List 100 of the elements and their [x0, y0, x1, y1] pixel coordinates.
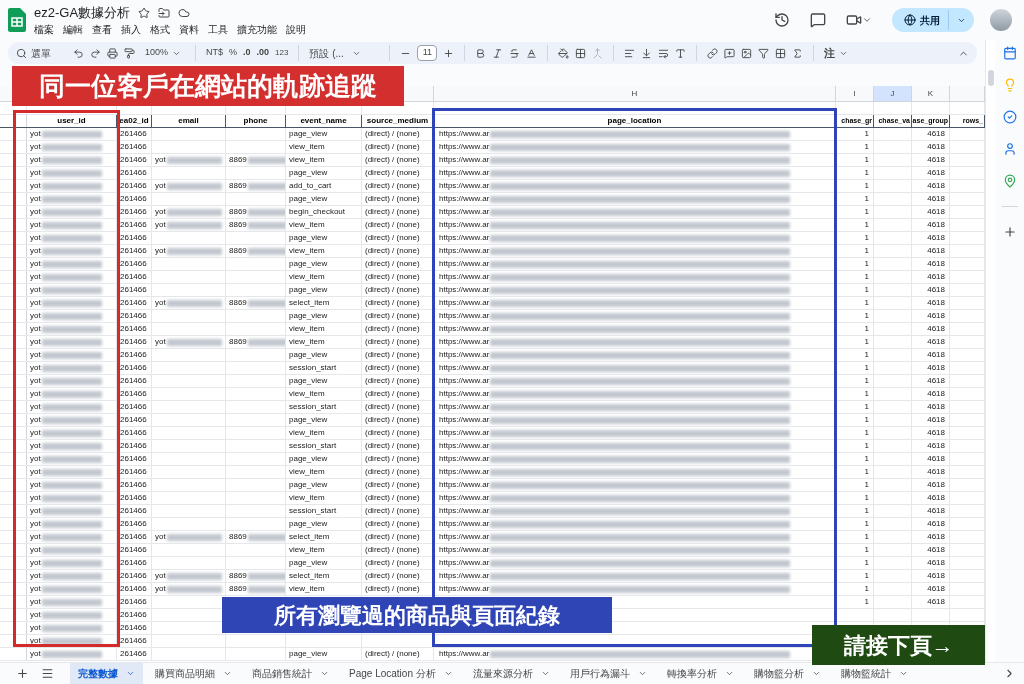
- plus-icon[interactable]: [443, 47, 455, 59]
- vertical-align-icon[interactable]: [641, 47, 653, 59]
- sheet-tab[interactable]: 流量來源分析: [464, 662, 558, 684]
- align-icon[interactable]: [624, 47, 636, 59]
- caret-icon[interactable]: [320, 669, 329, 678]
- sheet-list-icon[interactable]: [41, 667, 54, 680]
- decrease-decimal-button[interactable]: .0: [243, 46, 251, 60]
- table-cell: 8869: [229, 245, 247, 257]
- text-color-icon[interactable]: [526, 47, 538, 59]
- star-icon[interactable]: [138, 6, 151, 19]
- notes-dropdown[interactable]: 注: [824, 44, 849, 62]
- zoom-dropdown[interactable]: 100%: [141, 46, 186, 60]
- cloud-icon[interactable]: [178, 6, 191, 19]
- sheet-tab[interactable]: 完整數據: [70, 662, 143, 684]
- caret-icon[interactable]: [126, 669, 135, 678]
- add-sheet-icon[interactable]: [16, 667, 29, 680]
- column-letter[interactable]: J: [890, 87, 895, 100]
- menu-item[interactable]: 檔案: [34, 22, 54, 38]
- vertical-scrollbar[interactable]: [985, 40, 995, 662]
- filter-views-icon[interactable]: [775, 47, 787, 59]
- paint-format-icon[interactable]: [124, 47, 135, 59]
- number-format-button[interactable]: 123: [275, 47, 289, 59]
- table-cell: https://www.ar: [439, 297, 490, 309]
- table-cell: 1: [864, 297, 869, 309]
- share-button[interactable]: 共用: [892, 8, 974, 32]
- tasks-icon[interactable]: [1002, 110, 1017, 124]
- menu-search-field[interactable]: 選單: [16, 45, 67, 61]
- filter-icon[interactable]: [758, 47, 770, 59]
- menu-item[interactable]: 說明: [286, 22, 306, 38]
- redacted-text: [41, 364, 102, 372]
- redacted-text: [41, 468, 102, 476]
- folder-move-icon[interactable]: [158, 6, 171, 19]
- sheet-tab[interactable]: 用戶行為漏斗: [561, 662, 655, 684]
- column-letter[interactable]: H: [631, 87, 638, 100]
- table-cell: 8869: [229, 583, 247, 595]
- caret-icon[interactable]: [637, 669, 647, 678]
- table-cell: 1: [864, 479, 869, 491]
- menu-item[interactable]: 資料: [179, 22, 199, 38]
- image-icon[interactable]: [741, 47, 753, 59]
- sheet-tab[interactable]: 商品銷售統計: [244, 662, 337, 684]
- strikethrough-icon[interactable]: [509, 47, 521, 59]
- caret-icon[interactable]: [898, 669, 908, 678]
- table-cell: page_view: [289, 375, 328, 387]
- percent-button[interactable]: %: [229, 46, 238, 60]
- bold-icon[interactable]: [475, 47, 487, 59]
- menu-item[interactable]: 擴充功能: [237, 22, 277, 38]
- table-cell: yot: [30, 518, 41, 530]
- redacted-text: [247, 338, 285, 346]
- table-cell: (direct) / (none): [365, 557, 420, 569]
- menu-item[interactable]: 格式: [150, 22, 170, 38]
- caret-icon[interactable]: [811, 669, 821, 678]
- contacts-icon[interactable]: [1002, 142, 1017, 156]
- italic-icon[interactable]: [492, 47, 504, 59]
- sheet-tab[interactable]: 轉換率分析: [658, 662, 742, 684]
- video-camera-icon[interactable]: [846, 12, 862, 28]
- table-cell: https://www.ar: [439, 492, 490, 504]
- document-title[interactable]: ez2-GA數據分析: [34, 2, 131, 23]
- font-dropdown[interactable]: 預設 (...: [309, 45, 380, 61]
- caret-icon[interactable]: [223, 669, 232, 678]
- borders-icon[interactable]: [575, 47, 587, 59]
- calendar-icon[interactable]: [1002, 46, 1017, 60]
- table-cell: 261466: [120, 427, 147, 439]
- redo-icon[interactable]: [90, 47, 101, 59]
- caret-icon[interactable]: [724, 669, 734, 678]
- caret-icon[interactable]: [540, 669, 550, 678]
- sheet-tab[interactable]: 購物籃分析: [745, 662, 829, 684]
- fill-color-icon[interactable]: [558, 47, 570, 59]
- menu-item[interactable]: 工具: [208, 22, 228, 38]
- map-pin-icon[interactable]: [1002, 174, 1017, 188]
- column-letter[interactable]: K: [927, 87, 934, 100]
- table-cell: 4618: [927, 596, 945, 608]
- comment-icon[interactable]: [810, 12, 826, 28]
- font-size-field[interactable]: 11: [417, 45, 438, 61]
- add-comment-icon[interactable]: [724, 47, 736, 59]
- rotate-text-icon[interactable]: [675, 47, 687, 59]
- history-icon[interactable]: [774, 12, 790, 28]
- undo-icon[interactable]: [73, 47, 84, 59]
- table-cell: 261466: [120, 518, 147, 530]
- link-icon[interactable]: [707, 47, 719, 59]
- add-icon[interactable]: [1002, 225, 1017, 239]
- sheet-tab[interactable]: 購物籃統計: [832, 662, 916, 684]
- menu-item[interactable]: 插入: [121, 22, 141, 38]
- caret-icon[interactable]: [443, 669, 453, 678]
- table-cell: 1: [864, 388, 869, 400]
- caret-icon[interactable]: [862, 15, 872, 25]
- functions-icon[interactable]: [792, 47, 804, 59]
- table-cell: 261466: [120, 375, 147, 387]
- avatar[interactable]: [990, 9, 1012, 31]
- column-letter[interactable]: I: [853, 87, 856, 100]
- sheet-tab[interactable]: Page Location 分析: [341, 662, 461, 684]
- menu-item[interactable]: 編輯: [63, 22, 83, 38]
- table-cell: yot: [30, 128, 41, 140]
- increase-decimal-button[interactable]: .00: [256, 46, 270, 60]
- sheet-tab[interactable]: 購買商品明細: [147, 662, 240, 684]
- print-icon[interactable]: [107, 47, 118, 59]
- wrap-icon[interactable]: [658, 47, 670, 59]
- table-cell: yot: [30, 180, 41, 192]
- menu-item[interactable]: 查看: [92, 22, 112, 38]
- currency-button[interactable]: NT$: [206, 46, 224, 60]
- spreadsheet-logo-icon[interactable]: [8, 8, 26, 32]
